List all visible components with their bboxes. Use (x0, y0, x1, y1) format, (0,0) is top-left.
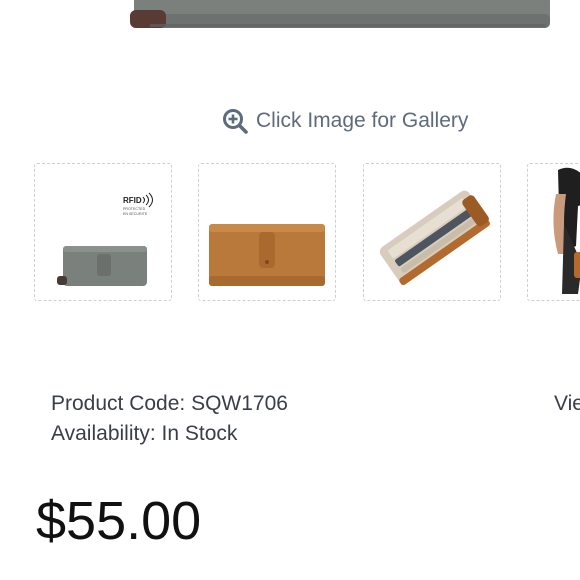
product-code-label: Product Code: (51, 392, 186, 415)
product-details: Product Code: SQW1706 Availability: In S… (51, 389, 288, 449)
product-page: Click Image for Gallery RFID PROTECTED E… (0, 0, 580, 580)
thumbnail-model-with-bag[interactable] (527, 163, 580, 301)
thumbnail-open-wallet[interactable] (363, 163, 501, 301)
availability-value: In Stock (161, 422, 238, 445)
view-link-partial[interactable]: Vie (554, 389, 580, 419)
zoom-in-icon (222, 108, 248, 134)
thumbnail-grey-wallet[interactable]: RFID PROTECTED EN SECURITE (34, 163, 172, 301)
main-product-image[interactable] (0, 0, 580, 60)
gallery-link[interactable]: Click Image for Gallery (222, 108, 468, 134)
gallery-link-label: Click Image for Gallery (256, 109, 469, 132)
thumbnail-tan-wallet[interactable] (198, 163, 336, 301)
rfid-badge-sub-1: PROTECTED (123, 207, 146, 211)
rfid-badge-sub-2: EN SECURITE (123, 212, 148, 216)
product-code-value: SQW1706 (191, 392, 288, 415)
availability-row: Availability: In Stock (51, 419, 288, 449)
availability-label: Availability: (51, 422, 156, 445)
product-code-row: Product Code: SQW1706 (51, 389, 288, 419)
product-price: $55.00 (36, 491, 202, 551)
rfid-badge-title: RFID (123, 196, 142, 205)
